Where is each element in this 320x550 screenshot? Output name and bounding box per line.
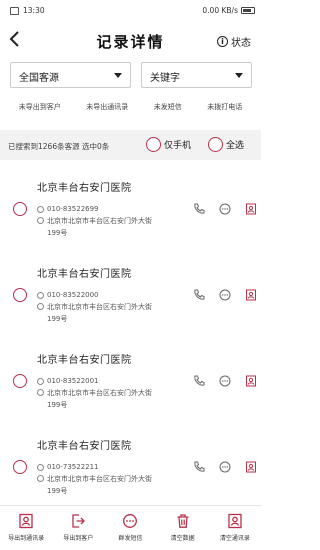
select-all-option[interactable]: 全选 <box>208 137 244 152</box>
phone-small-icon <box>37 292 44 299</box>
list-item[interactable]: 北京丰台右安门医院 010-83522001 北京市北京市丰台区右安门外大街19… <box>0 332 261 416</box>
radio-icon <box>208 137 223 152</box>
record-phone-row: 010-83522000 <box>37 290 99 299</box>
app-header: 记录详情 i 状态 <box>0 26 261 56</box>
record-name: 北京丰台右安门医院 <box>37 441 132 452</box>
list-item[interactable]: 北京丰台右安门医院 010-73522211 北京市北京市丰台区右安门外大街19… <box>0 418 261 502</box>
status-bar: 13:30 0.00 KB/s <box>0 0 261 22</box>
message-icon[interactable] <box>219 289 231 301</box>
record-checkbox[interactable] <box>13 374 27 388</box>
contact-card-icon[interactable] <box>245 375 257 387</box>
filter-chips: 未导出到客户 未导出通讯录 未发短信 未拨打电话 <box>0 99 261 119</box>
sms-icon <box>123 514 138 528</box>
chevron-down-icon <box>235 73 243 78</box>
source-select-value: 全国客源 <box>19 73 59 84</box>
call-icon[interactable] <box>193 203 205 215</box>
list-item[interactable]: 北京丰台右安门医院 010-83522000 北京市北京市丰台区右安门外大街19… <box>0 246 261 330</box>
phone-only-label: 仅手机 <box>164 141 192 151</box>
record-address-row: 北京市北京市丰台区右安门外大街199号 <box>37 301 157 325</box>
keyword-select-value: 关键字 <box>150 73 180 84</box>
clear-contacts-icon <box>228 513 242 529</box>
record-address: 北京市北京市丰台区右安门外大街199号 <box>47 389 152 409</box>
record-checkbox[interactable] <box>13 202 27 216</box>
phone-small-icon <box>37 464 44 471</box>
export-icon <box>72 514 86 528</box>
record-phone: 010-73522211 <box>47 462 99 471</box>
record-address: 北京市北京市丰台区右安门外大街199号 <box>47 217 152 237</box>
bulk-sms-label: 群发短信 <box>118 535 143 542</box>
export-customer-label: 导出到客户 <box>63 535 94 542</box>
call-icon[interactable] <box>193 375 205 387</box>
export-customer-button[interactable]: 导出到客户 <box>55 513 101 550</box>
record-name: 北京丰台右安门医院 <box>37 183 132 194</box>
phone-only-option[interactable]: 仅手机 <box>146 137 191 152</box>
chevron-down-icon <box>114 73 122 78</box>
message-icon[interactable] <box>219 375 231 387</box>
record-actions <box>193 375 257 387</box>
record-actions <box>193 461 257 473</box>
contacts-icon <box>19 513 33 529</box>
record-address-row: 北京市北京市丰台区右安门外大街199号 <box>37 215 157 239</box>
location-icon <box>37 303 44 310</box>
record-address: 北京市北京市丰台区右安门外大街199号 <box>47 475 152 495</box>
export-contacts-button[interactable]: 导出到通讯录 <box>3 513 49 550</box>
record-address: 北京市北京市丰台区右安门外大街199号 <box>47 303 152 323</box>
status-label: 状态 <box>231 38 251 49</box>
radio-icon <box>146 137 161 152</box>
clear-contacts-button[interactable]: 清空通讯录 <box>212 513 258 550</box>
battery-icon <box>241 7 255 14</box>
phone-small-icon <box>37 206 44 213</box>
source-select[interactable]: 全国客源 <box>10 62 131 88</box>
clear-contacts-label: 清空通讯录 <box>219 535 250 542</box>
record-checkbox[interactable] <box>13 288 27 302</box>
record-name: 北京丰台右安门医院 <box>37 269 132 280</box>
record-phone-row: 010-73522211 <box>37 462 99 471</box>
bottom-toolbar: 导出到通讯录 导出到客户 群发短信 清空数据 清空通讯录 <box>0 505 261 550</box>
status-button[interactable]: i 状态 <box>217 34 251 49</box>
record-phone: 010-83522699 <box>47 204 99 213</box>
info-icon: i <box>217 36 228 47</box>
clear-data-button[interactable]: 清空数据 <box>160 513 206 550</box>
list-item[interactable]: 北京丰台右安门医院 010-83522699 北京市北京市丰台区右安门外大街19… <box>0 160 261 244</box>
clear-data-label: 清空数据 <box>170 535 195 542</box>
location-icon <box>37 217 44 224</box>
record-phone: 010-83522000 <box>47 290 99 299</box>
chip-not-exported-contacts[interactable]: 未导出通讯录 <box>82 99 132 119</box>
record-phone: 010-83522001 <box>47 376 99 385</box>
contact-card-icon[interactable] <box>245 203 257 215</box>
export-contacts-label: 导出到通讯录 <box>8 535 45 542</box>
record-name: 北京丰台右安门医院 <box>37 355 132 366</box>
network-speed: 0.00 KB/s <box>202 6 238 15</box>
record-checkbox[interactable] <box>13 460 27 474</box>
call-icon[interactable] <box>193 461 205 473</box>
message-icon[interactable] <box>219 203 231 215</box>
chip-not-sent-sms[interactable]: 未发短信 <box>150 99 186 119</box>
record-phone-row: 010-83522001 <box>37 376 99 385</box>
trash-icon <box>177 514 189 528</box>
status-time: 13:30 <box>23 6 45 15</box>
record-phone-row: 010-83522699 <box>37 204 99 213</box>
chip-not-called[interactable]: 未拨打电话 <box>203 99 246 119</box>
location-icon <box>37 389 44 396</box>
record-address-row: 北京市北京市丰台区右安门外大街199号 <box>37 473 157 497</box>
notification-icon <box>10 6 19 15</box>
result-summary: 已搜索到1266条客源 选中0条 <box>8 142 110 151</box>
chip-not-exported-customer[interactable]: 未导出到客户 <box>15 99 65 119</box>
message-icon[interactable] <box>219 461 231 473</box>
select-all-label: 全选 <box>226 141 245 151</box>
record-actions <box>193 289 257 301</box>
status-bar-left: 13:30 <box>10 6 45 15</box>
status-bar-right: 0.00 KB/s <box>202 6 255 15</box>
filter-row: 全国客源 关键字 <box>0 62 261 88</box>
record-actions <box>193 203 257 215</box>
call-icon[interactable] <box>193 289 205 301</box>
contact-card-icon[interactable] <box>245 289 257 301</box>
contact-card-icon[interactable] <box>245 461 257 473</box>
location-icon <box>37 475 44 482</box>
phone-small-icon <box>37 378 44 385</box>
keyword-select[interactable]: 关键字 <box>141 62 252 88</box>
record-address-row: 北京市北京市丰台区右安门外大街199号 <box>37 387 157 411</box>
bulk-sms-button[interactable]: 群发短信 <box>107 513 153 550</box>
summary-bar: 已搜索到1266条客源 选中0条 仅手机 全选 <box>0 130 261 160</box>
